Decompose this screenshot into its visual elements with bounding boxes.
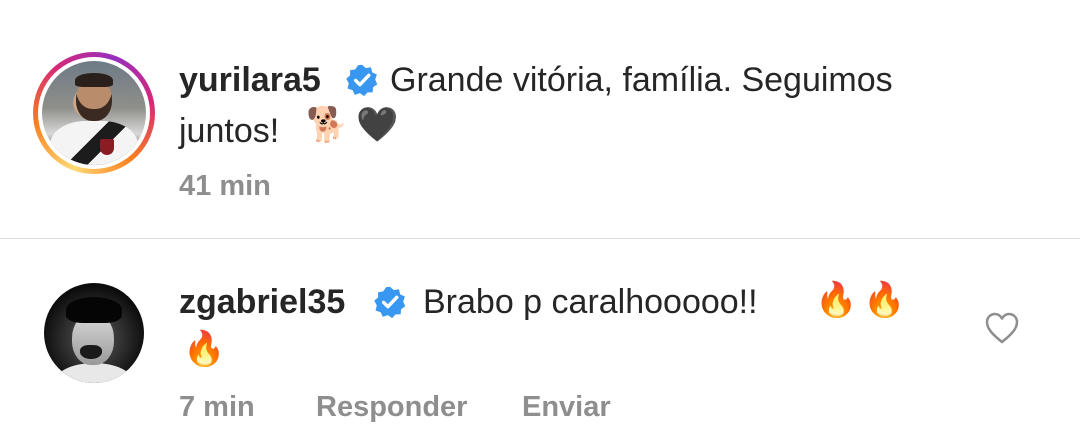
heart-outline-icon[interactable] — [984, 311, 1020, 345]
caption-timestamp: 41 min — [179, 170, 271, 202]
avatar-crest — [100, 139, 114, 155]
divider — [0, 238, 1080, 239]
reply-button[interactable]: Responder — [316, 391, 467, 424]
comment-avatar[interactable] — [44, 283, 144, 383]
black-heart-emoji-icon: 🖤 — [356, 106, 399, 144]
comment-text: Brabo p caralhooooo!! — [423, 283, 758, 321]
comment-username[interactable]: zgabriel35 — [179, 283, 345, 322]
fire-emoji-icon: 🔥 — [183, 330, 226, 368]
avatar-mouth — [80, 345, 102, 359]
fire-emoji-icon: 🔥 — [863, 281, 906, 319]
comment-timestamp: 7 min — [179, 391, 255, 423]
send-button[interactable]: Enviar — [522, 391, 611, 424]
caption-text-line2: juntos! — [179, 112, 280, 150]
dog-emoji-icon: 🐕 — [306, 106, 349, 144]
post-caption: yurilara5 Grande vitória, família. Segui… — [0, 0, 1080, 238]
story-ring-avatar[interactable] — [33, 52, 155, 174]
avatar[interactable] — [42, 61, 146, 165]
avatar-shirt — [50, 121, 138, 165]
caption-text-line1: Grande vitória, família. Seguimos — [390, 61, 893, 99]
verified-badge-icon — [346, 64, 378, 97]
verified-badge-icon — [374, 286, 406, 319]
avatar-hair — [66, 297, 122, 323]
avatar-shoulder — [54, 363, 134, 383]
avatar-hair — [75, 73, 113, 87]
fire-emoji-icon: 🔥 — [815, 281, 858, 319]
caption-username[interactable]: yurilara5 — [179, 61, 321, 100]
